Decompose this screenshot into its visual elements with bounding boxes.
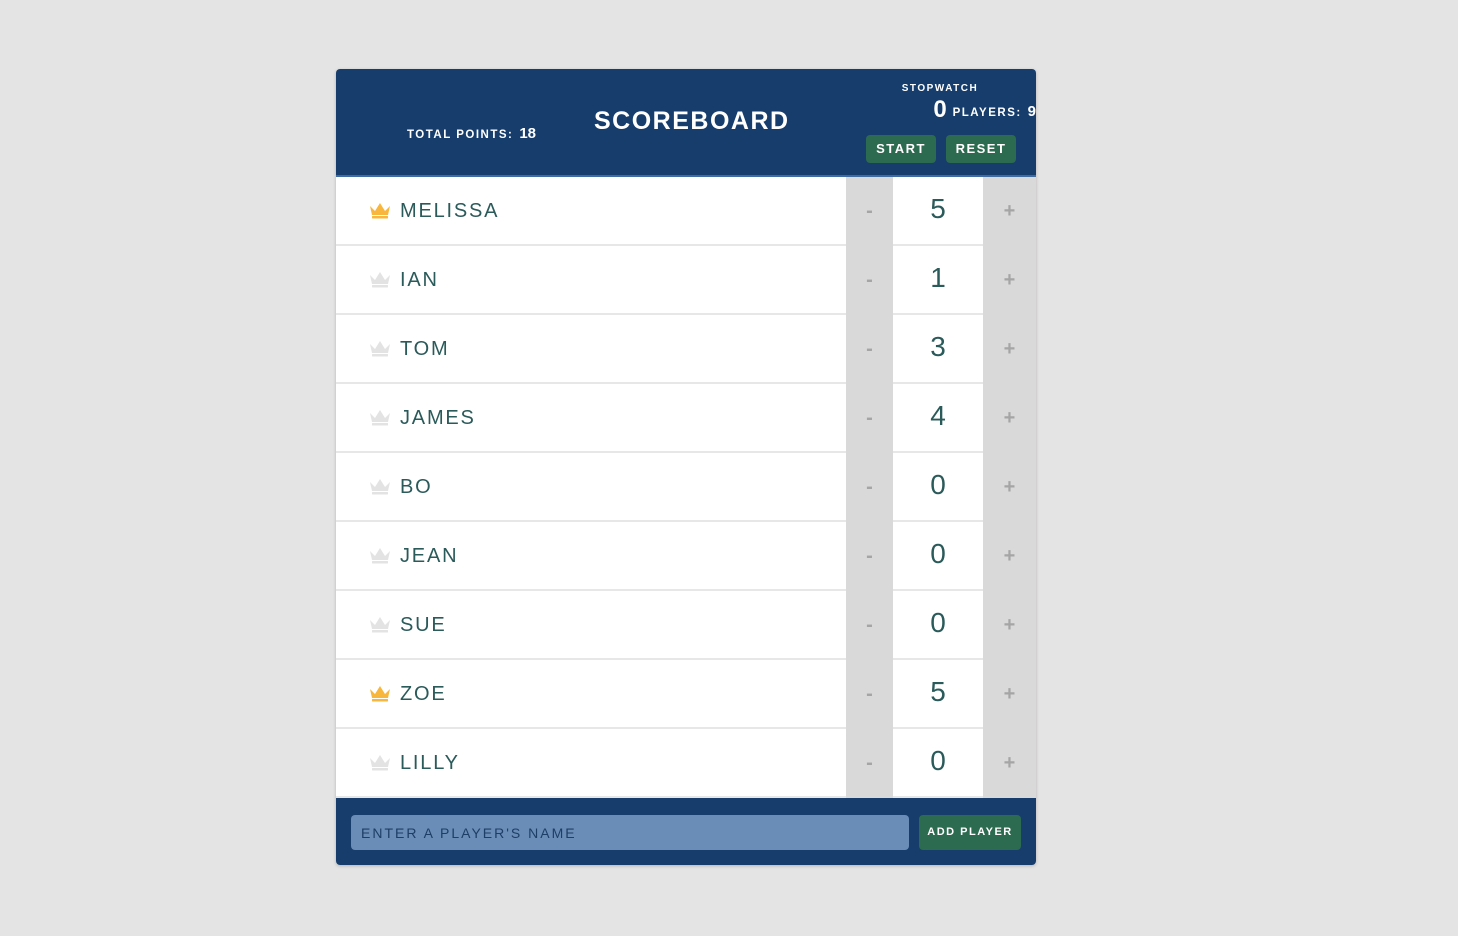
player-name: LILLY: [400, 752, 460, 774]
crown-icon[interactable]: [369, 339, 391, 357]
stopwatch: STOPWATCH 0: [856, 83, 1024, 124]
player-row: IAN - 1 +: [336, 246, 1036, 315]
player-score: 5: [930, 193, 946, 224]
score-counter: - 1 +: [846, 246, 1036, 315]
player-row: JEAN - 0 +: [336, 522, 1036, 591]
stopwatch-time: 0: [933, 96, 947, 123]
player-name: ZOE: [400, 683, 447, 705]
player-score: 4: [930, 400, 946, 431]
stopwatch-start-button[interactable]: START: [866, 135, 936, 163]
player-row: MELISSA - 5 +: [336, 177, 1036, 246]
crown-icon[interactable]: [369, 201, 391, 219]
player-name: SUE: [400, 614, 447, 636]
crown-icon[interactable]: [369, 615, 391, 633]
decrement-button[interactable]: -: [846, 177, 893, 246]
player-row: BO - 0 +: [336, 453, 1036, 522]
score-counter: - 0 +: [846, 591, 1036, 660]
player-name: MELISSA: [400, 200, 500, 222]
crown-icon[interactable]: [369, 684, 391, 702]
player-score: 5: [930, 676, 946, 707]
scoreboard: Players: 9 Total Points: 18 SCOREBOARD S…: [336, 69, 1036, 865]
total-points-label: Total Points:: [406, 129, 514, 141]
total-points-value: 18: [519, 125, 536, 142]
page-title: SCOREBOARD: [594, 107, 790, 135]
stopwatch-reset-button[interactable]: RESET: [946, 135, 1016, 163]
decrement-button[interactable]: -: [846, 522, 893, 591]
increment-button[interactable]: +: [983, 729, 1036, 798]
player-score: 0: [930, 745, 946, 776]
decrement-button[interactable]: -: [846, 591, 893, 660]
player-score: 0: [930, 469, 946, 500]
decrement-button[interactable]: -: [846, 729, 893, 798]
crown-icon[interactable]: [369, 408, 391, 426]
increment-button[interactable]: +: [983, 246, 1036, 315]
decrement-button[interactable]: -: [846, 246, 893, 315]
decrement-button[interactable]: -: [846, 384, 893, 453]
decrement-button[interactable]: -: [846, 453, 893, 522]
player-row: TOM - 3 +: [336, 315, 1036, 384]
crown-icon[interactable]: [369, 546, 391, 564]
player-score: 0: [930, 538, 946, 569]
increment-button[interactable]: +: [983, 591, 1036, 660]
crown-icon[interactable]: [369, 753, 391, 771]
score-counter: - 3 +: [846, 315, 1036, 384]
increment-button[interactable]: +: [983, 522, 1036, 591]
score-counter: - 0 +: [846, 729, 1036, 798]
player-row: JAMES - 4 +: [336, 384, 1036, 453]
crown-icon[interactable]: [369, 270, 391, 288]
increment-button[interactable]: +: [983, 384, 1036, 453]
player-score: 1: [930, 262, 946, 293]
player-name-input[interactable]: [351, 815, 909, 850]
player-name: TOM: [400, 338, 450, 360]
player-name: IAN: [400, 269, 439, 291]
add-player-form: ADD PLAYER: [336, 798, 1036, 865]
player-name: BO: [400, 476, 433, 498]
increment-button[interactable]: +: [983, 660, 1036, 729]
score-counter: - 0 +: [846, 522, 1036, 591]
players-count: 9: [1027, 103, 1036, 120]
player-name: JAMES: [400, 407, 476, 429]
score-counter: - 5 +: [846, 660, 1036, 729]
score-counter: - 4 +: [846, 384, 1036, 453]
decrement-button[interactable]: -: [846, 660, 893, 729]
player-row: ZOE - 5 +: [336, 660, 1036, 729]
player-name: JEAN: [400, 545, 459, 567]
scoreboard-header: Players: 9 Total Points: 18 SCOREBOARD S…: [336, 69, 1036, 177]
player-list: MELISSA - 5 + IAN - 1 + TOM - 3 + JAMES - 4 + BO - 0 + JEAN -…: [336, 177, 1036, 798]
score-counter: - 0 +: [846, 453, 1036, 522]
total-points-stat: Total Points: 18: [336, 125, 536, 143]
stopwatch-label: STOPWATCH: [901, 83, 979, 94]
crown-icon[interactable]: [369, 477, 391, 495]
score-counter: - 5 +: [846, 177, 1036, 246]
increment-button[interactable]: +: [983, 453, 1036, 522]
player-score: 0: [930, 607, 946, 638]
player-score: 3: [930, 331, 946, 362]
increment-button[interactable]: +: [983, 177, 1036, 246]
increment-button[interactable]: +: [983, 315, 1036, 384]
add-player-button[interactable]: ADD PLAYER: [919, 815, 1021, 850]
decrement-button[interactable]: -: [846, 315, 893, 384]
player-row: SUE - 0 +: [336, 591, 1036, 660]
player-row: LILLY - 0 +: [336, 729, 1036, 798]
